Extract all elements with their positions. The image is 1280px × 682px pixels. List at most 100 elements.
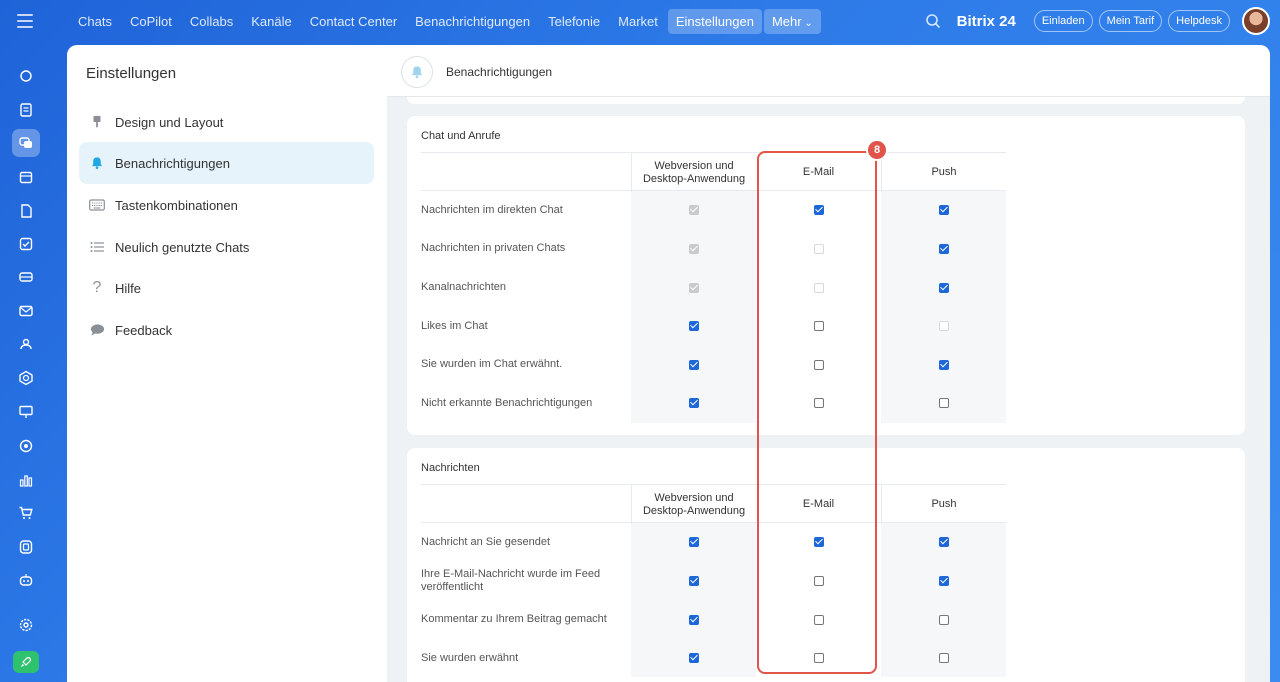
brush-icon <box>89 114 105 130</box>
analytics-icon[interactable] <box>12 466 40 494</box>
contacts-icon[interactable] <box>12 330 40 358</box>
column-header: Webversion und Desktop-Anwendung <box>631 153 756 192</box>
speech-bubble-icon <box>89 322 105 338</box>
presentation-icon[interactable] <box>12 398 40 426</box>
column-header: Push <box>881 153 1006 192</box>
nav-item-benachrichtigungen[interactable]: Benachrichtigungen <box>407 9 538 34</box>
notification-row-label: Kommentar zu Ihrem Beitrag gemacht <box>421 613 607 625</box>
bell-icon <box>401 56 433 88</box>
menu-icon[interactable] <box>17 14 33 28</box>
bell-icon <box>89 155 105 171</box>
helpdesk-button[interactable]: Helpdesk <box>1168 10 1230 32</box>
question-icon: ? <box>92 279 102 296</box>
email-column-highlight <box>757 151 877 674</box>
notification-checkbox <box>688 282 699 293</box>
left-icon-rail <box>0 44 52 682</box>
automation-icon[interactable] <box>12 364 40 392</box>
column-background <box>631 191 756 423</box>
notification-checkbox[interactable] <box>938 614 949 625</box>
notification-checkbox[interactable] <box>688 614 699 625</box>
nav-item-collabs[interactable]: Collabs <box>182 9 241 34</box>
rocket-icon[interactable] <box>13 651 39 673</box>
nav-item-copilot[interactable]: CoPilot <box>122 9 180 34</box>
settings-menu-item[interactable]: Benachrichtigungen <box>79 142 374 184</box>
notification-checkbox[interactable] <box>938 243 949 254</box>
nav-item-telefonie[interactable]: Telefonie <box>540 9 608 34</box>
settings-menu-label: Tastenkombinationen <box>115 197 238 213</box>
notification-checkbox[interactable] <box>688 537 699 548</box>
settings-menu-item[interactable]: Tastenkombinationen <box>79 184 374 226</box>
crm-icon[interactable] <box>12 263 40 291</box>
settings-menu-item[interactable]: Feedback <box>79 309 374 351</box>
settings-sidebar: Einstellungen Design und Layout Benachric… <box>67 45 387 682</box>
notification-checkbox[interactable] <box>938 282 949 293</box>
grid-header: Webversion und Desktop-Anwendung E-Mail Pu… <box>421 484 1006 524</box>
gear-icon[interactable] <box>12 611 40 639</box>
annotation-badge: 8 <box>866 139 888 161</box>
search-icon[interactable] <box>925 13 941 29</box>
target-icon[interactable] <box>12 432 40 460</box>
nav-item-mehr[interactable]: Mehr ⌄ <box>763 9 821 34</box>
nav-item-market[interactable]: Market <box>610 9 666 34</box>
notification-row-label: Nachrichten in privaten Chats <box>421 242 566 255</box>
document-icon[interactable] <box>12 197 40 225</box>
mail-icon[interactable] <box>12 297 40 325</box>
notification-checkbox[interactable] <box>688 321 699 332</box>
settings-menu-label: Feedback <box>115 322 173 338</box>
notification-row-label: Ihre E-Mail-Nachricht wurde im Feed verö… <box>421 567 601 593</box>
chat-icon[interactable] <box>12 129 40 157</box>
column-header: Push <box>881 485 1006 524</box>
list-icon <box>89 239 105 255</box>
notification-checkbox <box>688 205 699 216</box>
notification-checkbox[interactable] <box>938 537 949 548</box>
nav-item-chats[interactable]: Chats <box>70 9 120 34</box>
invite-button[interactable]: Einladen <box>1033 10 1093 32</box>
nav-item-kanäle[interactable]: Kanäle <box>243 9 299 34</box>
notification-row-label: Nachricht an Sie gesendet <box>421 535 551 548</box>
notification-row-label: Nicht erkannte Benachrichtigungen <box>421 396 593 409</box>
notification-checkbox[interactable] <box>938 359 949 370</box>
top-nav: Chats CoPilot Collabs Kanäle Contact Center B… <box>70 9 821 34</box>
settings-menu-item[interactable]: Design und Layout <box>79 101 374 143</box>
avatar[interactable] <box>1242 7 1270 35</box>
notification-checkbox[interactable] <box>938 575 949 586</box>
notification-checkbox[interactable] <box>688 575 699 586</box>
content-header: Benachrichtigungen <box>387 45 1270 97</box>
tariff-button[interactable]: Mein Tarif <box>1098 10 1163 32</box>
notification-checkbox[interactable] <box>938 653 949 664</box>
column-header: Webversion und Desktop-Anwendung <box>631 485 756 524</box>
sites-icon[interactable] <box>12 533 40 561</box>
calendar-icon[interactable] <box>12 163 40 191</box>
notification-checkbox[interactable] <box>938 205 949 216</box>
section-title: Nachrichten <box>421 462 480 474</box>
brand-logo[interactable]: Bitrix 24 <box>957 13 1016 30</box>
notification-checkbox[interactable] <box>938 398 949 409</box>
tasks-icon[interactable] <box>12 230 40 258</box>
notification-checkbox[interactable] <box>688 398 699 409</box>
feed-icon[interactable] <box>12 96 40 124</box>
previous-card-edge <box>407 97 1245 104</box>
notification-row-label: Kanalnachrichten <box>421 281 507 293</box>
settings-menu-label: Neulich genutzte Chats <box>115 239 250 255</box>
activity-icon[interactable] <box>12 62 40 90</box>
cart-icon[interactable] <box>12 499 40 527</box>
page-title: Benachrichtigungen <box>446 65 553 79</box>
notification-checkbox <box>938 321 949 332</box>
column-background <box>881 191 1006 423</box>
top-navigation-bar: Chats CoPilot Collabs Kanäle Contact Center B… <box>0 0 1280 44</box>
notification-checkbox[interactable] <box>688 359 699 370</box>
top-right-tools: Bitrix 24 Einladen Mein Tarif Helpdesk <box>925 7 1270 35</box>
settings-menu-label: Benachrichtigungen <box>115 155 230 171</box>
nav-item-contact-center[interactable]: Contact Center <box>302 9 405 34</box>
notification-checkbox[interactable] <box>688 653 699 664</box>
settings-title: Einstellungen <box>86 65 177 82</box>
notification-row-label: Sie wurden erwähnt <box>421 651 519 664</box>
notification-row-label: Likes im Chat <box>421 319 488 332</box>
bot-icon[interactable] <box>12 566 40 594</box>
keyboard-icon <box>89 197 105 213</box>
settings-menu-label: Design und Layout <box>115 114 224 130</box>
notification-checkbox <box>688 243 699 254</box>
settings-menu-item[interactable]: Neulich genutzte Chats <box>79 226 374 268</box>
nav-item-einstellungen[interactable]: Einstellungen <box>667 9 762 34</box>
settings-menu-item[interactable]: ? Hilfe <box>79 267 374 309</box>
